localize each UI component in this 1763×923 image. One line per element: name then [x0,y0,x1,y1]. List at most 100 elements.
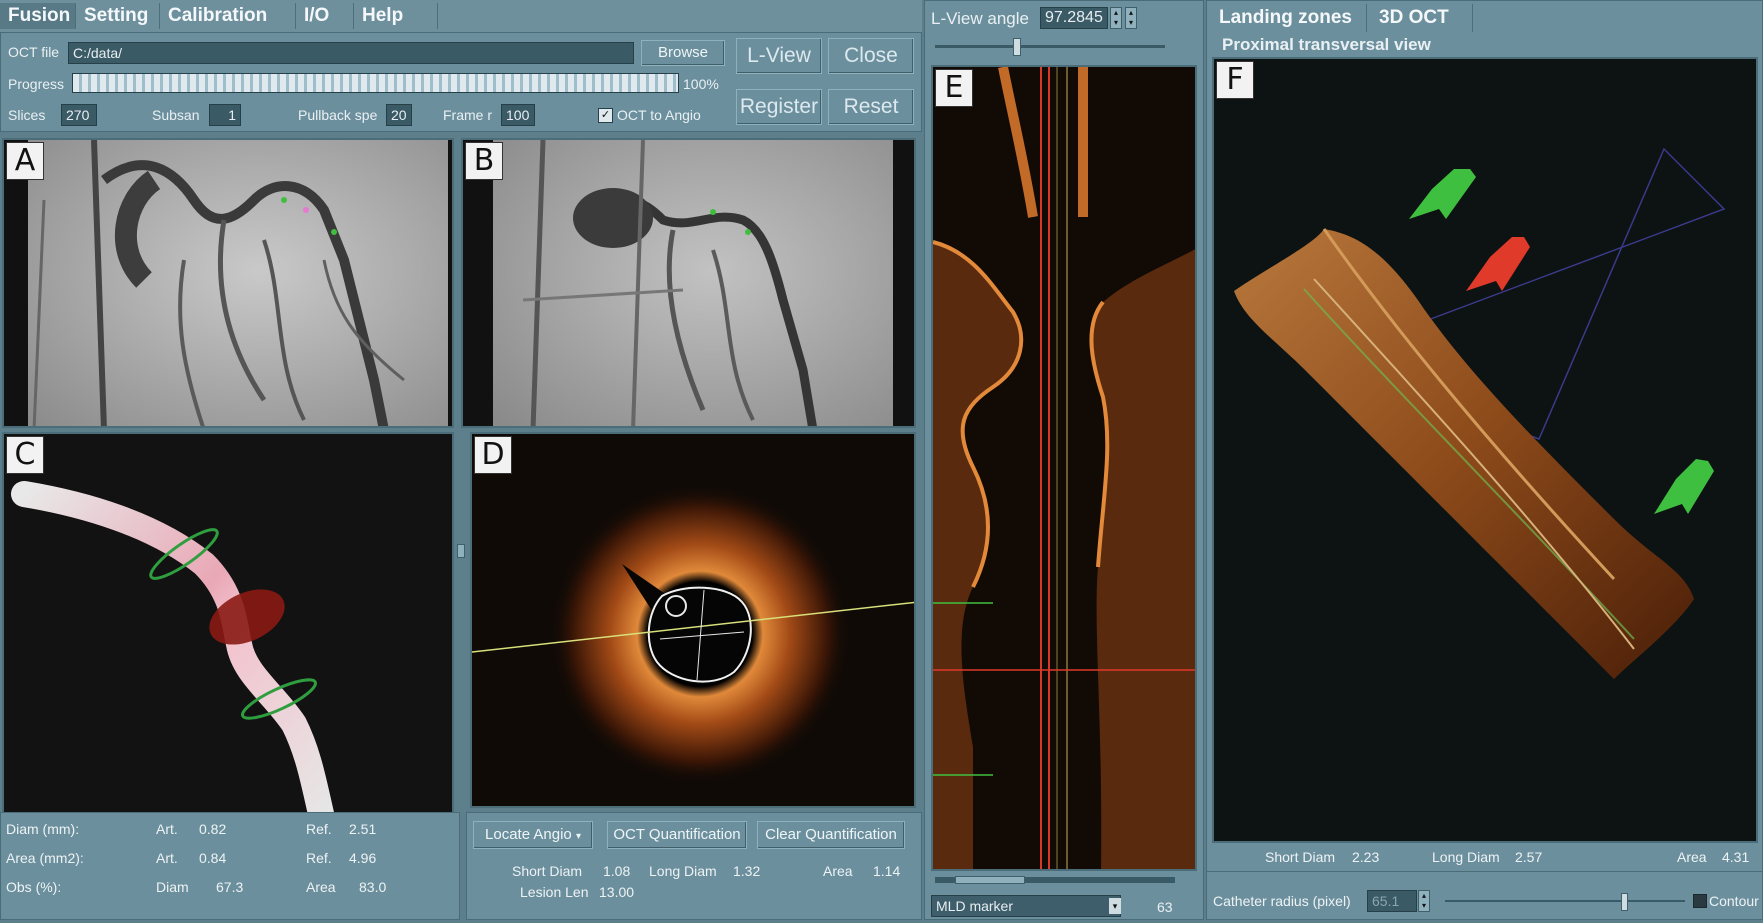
lview-angle-field[interactable]: 97.2845 [1040,7,1108,29]
oct-3d-view-f[interactable]: F [1212,57,1758,843]
marker-select-label: MLD marker [936,898,1014,914]
locate-angio-label: Locate Angio [485,826,572,843]
f-short-diam-value: 2.23 [1352,849,1380,865]
menu-bar: Fusion Setting Calibration I/O Help [0,0,922,33]
lview-scroll-thumb[interactable] [955,876,1025,884]
slices-field[interactable]: 270 [61,104,97,126]
frame-field[interactable]: 100 [501,104,535,126]
lview-angle-spinner[interactable]: ▴ ▾ [1110,7,1122,29]
catheter-radius-label: Catheter radius (pixel) [1213,893,1351,909]
oct-area-label: Area [823,863,853,879]
menu-io[interactable]: I/O [296,3,354,29]
marker-select[interactable]: MLD marker [931,895,1121,917]
menu-calibration[interactable]: Calibration [160,3,296,29]
pullback-field[interactable]: 20 [386,104,412,126]
fusion-controls: OCT file C:/data/ Browse Progress 100% S… [0,32,922,132]
longitudinal-view-e[interactable]: E [931,65,1197,871]
catheter-radius-field[interactable]: 65.1 [1367,890,1417,912]
view-splitter[interactable] [456,432,466,816]
angiogram-image-b [463,140,914,426]
progress-bar [72,73,679,93]
pullback-label: Pullback spe [298,107,378,123]
lview-angle-spinner-2[interactable]: ▴ ▾ [1125,7,1137,29]
view-subtitle: Proximal transversal view [1222,35,1431,54]
lview-slider-thumb[interactable] [1013,38,1021,56]
tab-3d-oct[interactable]: 3D OCT [1367,4,1473,32]
menu-fusion[interactable]: Fusion [0,3,76,29]
locate-angio-dropdown[interactable]: Locate Angio ▾ [473,821,593,849]
diam-ref-value: 2.51 [349,821,377,837]
view-d-tag: D [474,436,512,474]
oct-area-value: 1.14 [873,863,901,879]
obs-diam-value: 67.3 [216,879,244,895]
obs-diam-label: Diam [156,879,189,895]
view-c-tag: C [6,436,44,474]
diam-ref-label: Ref. [306,821,332,837]
angio-view-b[interactable]: B [461,138,916,428]
lview-angle-slider[interactable] [935,38,1165,56]
clear-quantification-button[interactable]: Clear Quantification [757,821,905,849]
oct-to-angio-checkbox[interactable]: ✓ [598,108,613,123]
oct-file-field[interactable]: C:/data/ [68,42,634,64]
subsan-field[interactable]: 1 [209,104,241,126]
obs-area-value: 83.0 [359,879,387,895]
lview-scrollbar[interactable] [935,876,1175,884]
oct-short-diam-label: Short Diam [512,863,583,879]
obs-row-label: Obs (%): [6,879,62,895]
diam-art-label: Art. [156,821,178,837]
area-art-value: 0.84 [199,850,227,866]
view-f-tag: F [1216,61,1254,99]
obs-area-label: Area [306,879,336,895]
marker-value: 63 [1157,899,1173,915]
marker-dropdown-arrow-icon[interactable]: ▾ [1109,898,1121,914]
angiogram-image-a [4,140,452,426]
oct-long-diam-value: 1.32 [733,863,761,879]
oct-quantification-panel: Locate Angio ▾ OCT Quantification Clear … [466,812,922,920]
divider [1207,871,1763,872]
f-short-diam-label: Short Diam [1265,849,1336,865]
tab-landing-zones[interactable]: Landing zones [1207,4,1367,32]
f-area-value: 4.31 [1722,849,1750,865]
view-a-tag: A [6,142,44,180]
subsan-label: Subsan [152,107,200,123]
close-button[interactable]: Close [828,38,914,74]
splitter-handle[interactable] [457,544,465,558]
menu-setting[interactable]: Setting [76,3,160,29]
catheter-radius-slider[interactable] [1445,893,1685,911]
lview-button[interactable]: L-View [736,38,822,74]
progress-fill [73,74,678,92]
catheter-radius-spinner[interactable]: ▴ ▾ [1418,890,1430,912]
area-ref-label: Ref. [306,850,332,866]
reset-button[interactable]: Reset [828,89,914,125]
lview-angle-label: L-View angle [931,9,1029,28]
diam-row-label: Diam (mm): [6,821,80,837]
area-art-label: Art. [156,850,178,866]
contour-checkbox[interactable] [1693,894,1707,908]
view-b-tag: B [465,142,503,180]
f-long-diam-label: Long Diam [1432,849,1500,865]
angio-view-a[interactable]: A [2,138,454,428]
vessel-3d-view-c[interactable]: C [2,432,454,816]
progress-text: 100% [683,76,719,92]
angio-measurements-panel: Diam (mm): Art. 0.82 Ref. 2.51 Area (mm2… [0,812,460,920]
browse-button[interactable]: Browse [641,40,725,66]
oct-cross-section-view-d[interactable]: D [470,432,916,808]
f-area-label: Area [1677,849,1707,865]
area-row-label: Area (mm2): [6,850,84,866]
lesion-len-value: 13.00 [599,884,635,900]
diam-art-value: 0.82 [199,821,227,837]
oct-long-diam-label: Long Diam [649,863,717,879]
vessel-model [11,481,335,814]
frame-label: Frame r [443,107,492,123]
dropdown-arrow-icon: ▾ [575,831,581,842]
oct-cross-section-image [472,484,914,784]
oct-short-diam-value: 1.08 [603,863,631,879]
oct-quantification-button[interactable]: OCT Quantification [607,821,747,849]
contour-label: Contour [1709,893,1759,909]
oct-to-angio-label: OCT to Angio [617,107,701,123]
f-long-diam-value: 2.57 [1515,849,1543,865]
menu-help[interactable]: Help [354,3,438,29]
register-button[interactable]: Register [736,89,822,125]
lesion-len-label: Lesion Len [520,884,589,900]
catheter-slider-thumb[interactable] [1621,893,1628,911]
